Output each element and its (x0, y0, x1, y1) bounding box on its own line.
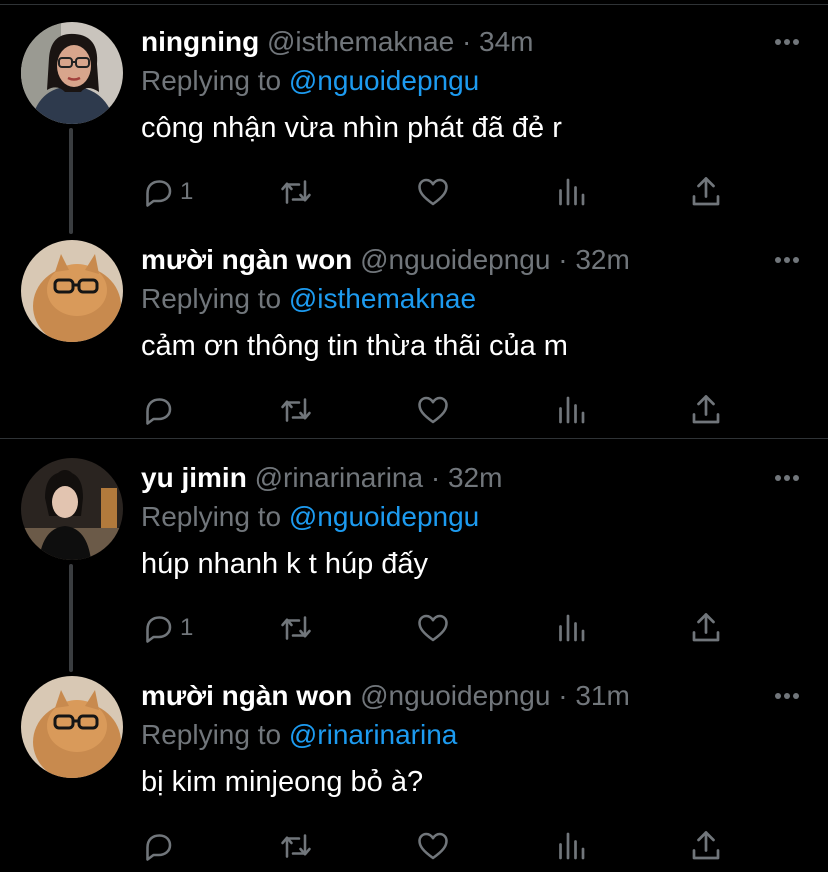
share-button[interactable] (688, 172, 724, 212)
retweet-button[interactable] (278, 608, 314, 648)
replying-to: Replying to @isthemaknae (141, 280, 476, 318)
reply-icon (146, 180, 172, 207)
analytics-button[interactable] (553, 608, 589, 648)
tweet[interactable]: yu jimin @rinarinarina · 32m Replying to… (0, 458, 828, 676)
tweet[interactable]: mười ngàn won @nguoidepngu · 32m Replyin… (0, 240, 828, 458)
divider (0, 4, 828, 5)
share-icon (692, 613, 720, 642)
analytics-button[interactable] (553, 826, 589, 866)
action-bar: 1 (140, 608, 740, 648)
replying-to-handle[interactable]: @nguoidepngu (289, 501, 479, 532)
like-icon (418, 396, 448, 424)
action-bar (140, 826, 740, 866)
more-icon[interactable] (774, 692, 800, 700)
share-button[interactable] (688, 608, 724, 648)
share-icon (692, 395, 720, 424)
analytics-button[interactable] (553, 390, 589, 430)
retweet-icon (281, 398, 311, 422)
retweet-button[interactable] (278, 172, 314, 212)
tweet[interactable]: ningning @isthemaknae · 34m Replying to … (0, 22, 828, 240)
replying-to-handle[interactable]: @isthemaknae (289, 283, 476, 314)
reply-button[interactable]: 1 (140, 608, 193, 648)
retweet-icon (281, 616, 311, 640)
replying-to-label: Replying to (141, 283, 282, 314)
replying-to: Replying to @nguoidepngu (141, 62, 479, 100)
like-button[interactable] (415, 826, 451, 866)
handle[interactable]: @nguoidepngu (360, 680, 550, 711)
retweet-icon (281, 180, 311, 204)
reply-button[interactable]: 1 (140, 172, 193, 212)
retweet-button[interactable] (278, 390, 314, 430)
tweet-header: mười ngàn won @nguoidepngu · 32m (141, 240, 630, 280)
tweet[interactable]: mười ngàn won @nguoidepngu · 31m Replyin… (0, 676, 828, 872)
like-icon (418, 614, 448, 642)
more-icon[interactable] (774, 256, 800, 264)
reply-icon (146, 398, 172, 425)
analytics-icon (559, 614, 585, 642)
replying-to: Replying to @nguoidepngu (141, 498, 479, 536)
more-icon[interactable] (774, 38, 800, 46)
avatar[interactable] (21, 240, 123, 342)
display-name[interactable]: mười ngàn won (141, 244, 352, 275)
reply-button[interactable] (140, 826, 180, 866)
replying-to-label: Replying to (141, 501, 282, 532)
tweet-text: cảm ơn thông tin thừa thãi của m (141, 330, 568, 362)
timestamp[interactable]: · 31m (558, 680, 630, 711)
like-icon (418, 178, 448, 206)
tweet-text: húp nhanh k t húp đấy (141, 548, 429, 580)
handle[interactable]: @isthemaknae (267, 26, 454, 57)
action-bar (140, 390, 740, 430)
analytics-button[interactable] (553, 172, 589, 212)
like-button[interactable] (415, 172, 451, 212)
reply-icon (146, 616, 172, 643)
tweet-text: bị kim minjeong bỏ à? (141, 766, 424, 798)
handle[interactable]: @nguoidepngu (360, 244, 550, 275)
retweet-icon (281, 834, 311, 858)
reply-count: 1 (180, 614, 194, 641)
reply-count: 1 (180, 178, 194, 205)
more-icon[interactable] (774, 474, 800, 482)
display-name[interactable]: mười ngàn won (141, 680, 352, 711)
like-icon (418, 832, 448, 860)
replying-to-label: Replying to (141, 65, 282, 96)
replying-to-handle[interactable]: @rinarinarina (289, 719, 458, 750)
reply-icon (146, 834, 172, 861)
replying-to-handle[interactable]: @nguoidepngu (289, 65, 479, 96)
like-button[interactable] (415, 608, 451, 648)
avatar[interactable] (21, 22, 123, 124)
avatar[interactable] (21, 676, 123, 778)
share-icon (692, 831, 720, 860)
analytics-icon (559, 396, 585, 424)
avatar[interactable] (21, 458, 123, 560)
display-name[interactable]: yu jimin (141, 462, 247, 493)
handle[interactable]: @rinarinarina (255, 462, 424, 493)
share-button[interactable] (688, 826, 724, 866)
tweet-header: mười ngàn won @nguoidepngu · 31m (141, 676, 630, 716)
action-bar: 1 (140, 172, 740, 212)
share-button[interactable] (688, 390, 724, 430)
analytics-icon (559, 178, 585, 206)
tweet-header: yu jimin @rinarinarina · 32m (141, 458, 502, 498)
retweet-button[interactable] (278, 826, 314, 866)
share-icon (692, 177, 720, 206)
tweet-text: công nhận vừa nhìn phát đã đẻ r (141, 112, 562, 144)
timestamp[interactable]: · 34m (462, 26, 534, 57)
timestamp[interactable]: · 32m (431, 462, 503, 493)
analytics-icon (559, 832, 585, 860)
display-name[interactable]: ningning (141, 26, 259, 57)
like-button[interactable] (415, 390, 451, 430)
replying-to: Replying to @rinarinarina (141, 716, 457, 754)
tweet-header: ningning @isthemaknae · 34m (141, 22, 534, 62)
timestamp[interactable]: · 32m (558, 244, 630, 275)
replying-to-label: Replying to (141, 719, 282, 750)
reply-thread-feed: ningning @isthemaknae · 34m Replying to … (0, 0, 828, 872)
reply-button[interactable] (140, 390, 180, 430)
